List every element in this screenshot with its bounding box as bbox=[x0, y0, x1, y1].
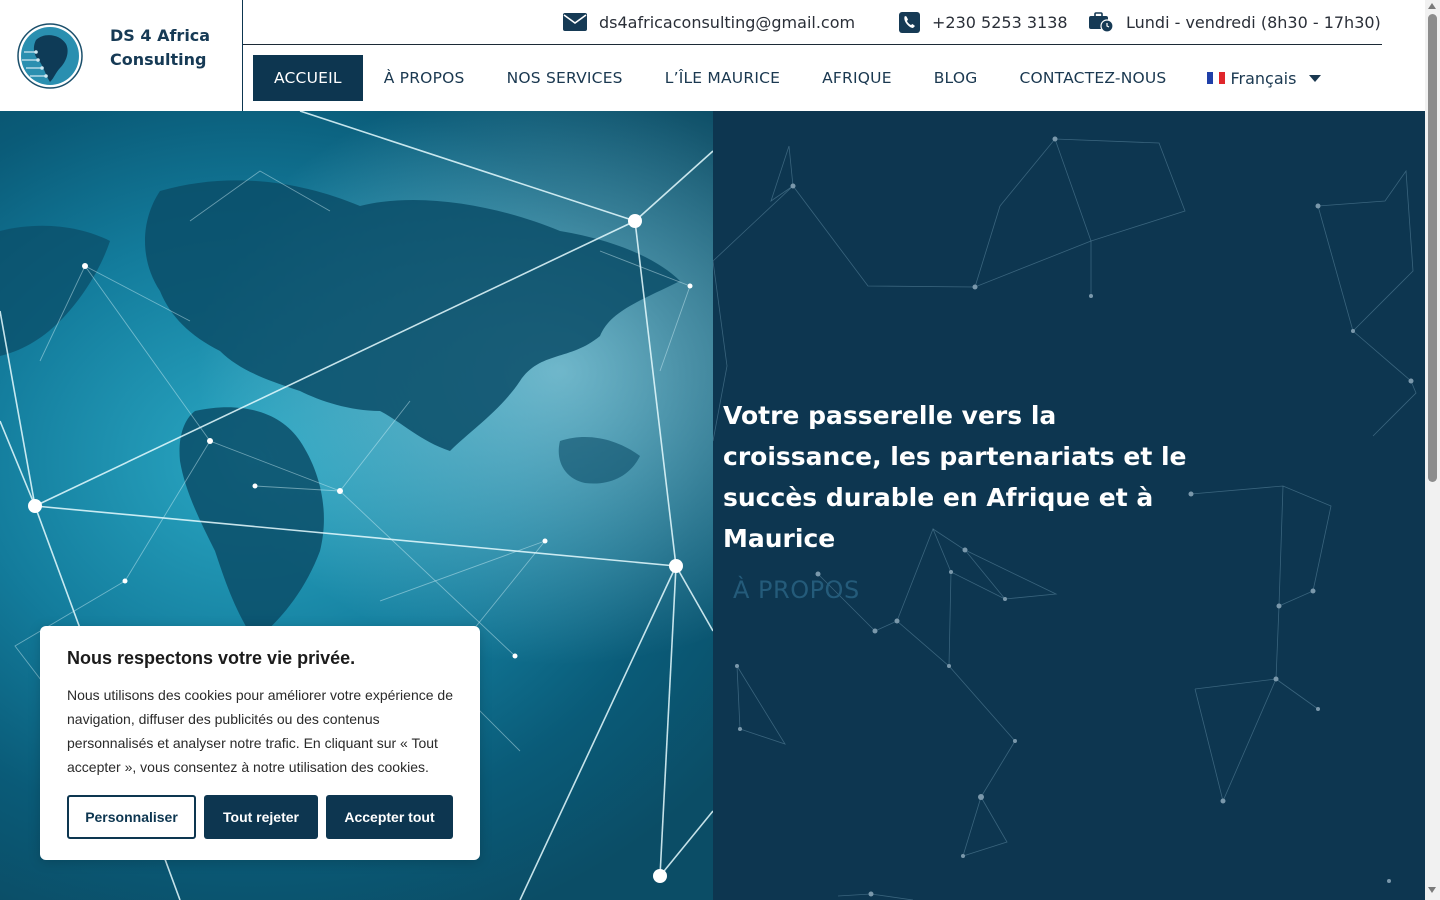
nav-item-nos-services[interactable]: NOS SERVICES bbox=[486, 55, 644, 101]
brand-name-line1: DS 4 Africa bbox=[110, 26, 211, 45]
scrollbar-thumb[interactable] bbox=[1428, 14, 1437, 482]
phone-text: +230 5253 3138 bbox=[932, 12, 1068, 32]
site-header: DS 4 Africa Consulting ds4africaconsulti… bbox=[0, 0, 1425, 111]
cookie-title: Nous respectons votre vie privée. bbox=[67, 648, 356, 668]
france-flag-icon bbox=[1207, 72, 1226, 84]
language-label: Français bbox=[1230, 68, 1297, 88]
accept-all-button[interactable]: Accepter tout bbox=[326, 795, 453, 839]
contact-topbar: ds4africaconsulting@gmail.com +230 5253 … bbox=[243, 0, 1382, 45]
brand-name-line2: Consulting bbox=[110, 50, 207, 69]
nav-item-accueil[interactable]: ACCUEIL bbox=[253, 55, 363, 101]
brand[interactable]: DS 4 Africa Consulting bbox=[0, 0, 243, 111]
reject-all-button[interactable]: Tout rejeter bbox=[204, 795, 318, 839]
cookie-text: Nous utilisons des cookies pour améliore… bbox=[67, 687, 453, 775]
main-nav: ACCUEIL À PROPOS NOS SERVICES L’ÎLE MAUR… bbox=[253, 55, 1342, 101]
nav-item-ile-maurice[interactable]: L’ÎLE MAURICE bbox=[644, 55, 801, 101]
email-text: ds4africaconsulting@gmail.com bbox=[599, 12, 856, 32]
hero-content: Votre passerelle vers la croissance, les… bbox=[713, 111, 1425, 900]
page-scrollbar[interactable] bbox=[1425, 0, 1440, 900]
nav-item-contactez-nous[interactable]: CONTACTEZ-NOUS bbox=[998, 55, 1187, 101]
logo-globe-icon[interactable] bbox=[16, 22, 84, 90]
hero-a-propos-button[interactable]: À PROPOS bbox=[733, 576, 860, 604]
nav-item-a-propos[interactable]: À PROPOS bbox=[363, 55, 486, 101]
customize-button[interactable]: Personnaliser bbox=[67, 795, 196, 839]
scroll-down-arrow-icon[interactable] bbox=[1428, 887, 1436, 893]
contact-email[interactable]: ds4africaconsulting@gmail.com bbox=[563, 9, 855, 35]
nav-item-blog[interactable]: BLOG bbox=[913, 55, 999, 101]
briefcase-clock-icon bbox=[1089, 12, 1114, 33]
scroll-up-arrow-icon[interactable] bbox=[1428, 3, 1436, 9]
contact-hours: Lundi - vendredi (8h30 - 17h30) bbox=[1089, 9, 1381, 35]
envelope-icon bbox=[563, 13, 587, 31]
hero-title: Votre passerelle vers la croissance, les… bbox=[723, 401, 1187, 553]
phone-icon bbox=[899, 11, 920, 33]
cookie-consent-banner: Nous respectons votre vie privée. Nous u… bbox=[40, 626, 480, 860]
language-selector[interactable]: Français bbox=[1187, 55, 1342, 101]
brand-name[interactable]: DS 4 Africa Consulting bbox=[110, 24, 230, 72]
nav-item-afrique[interactable]: AFRIQUE bbox=[801, 55, 913, 101]
contact-phone[interactable]: +230 5253 3138 bbox=[899, 9, 1068, 35]
hours-text: Lundi - vendredi (8h30 - 17h30) bbox=[1126, 12, 1381, 32]
chevron-down-icon bbox=[1309, 74, 1322, 82]
